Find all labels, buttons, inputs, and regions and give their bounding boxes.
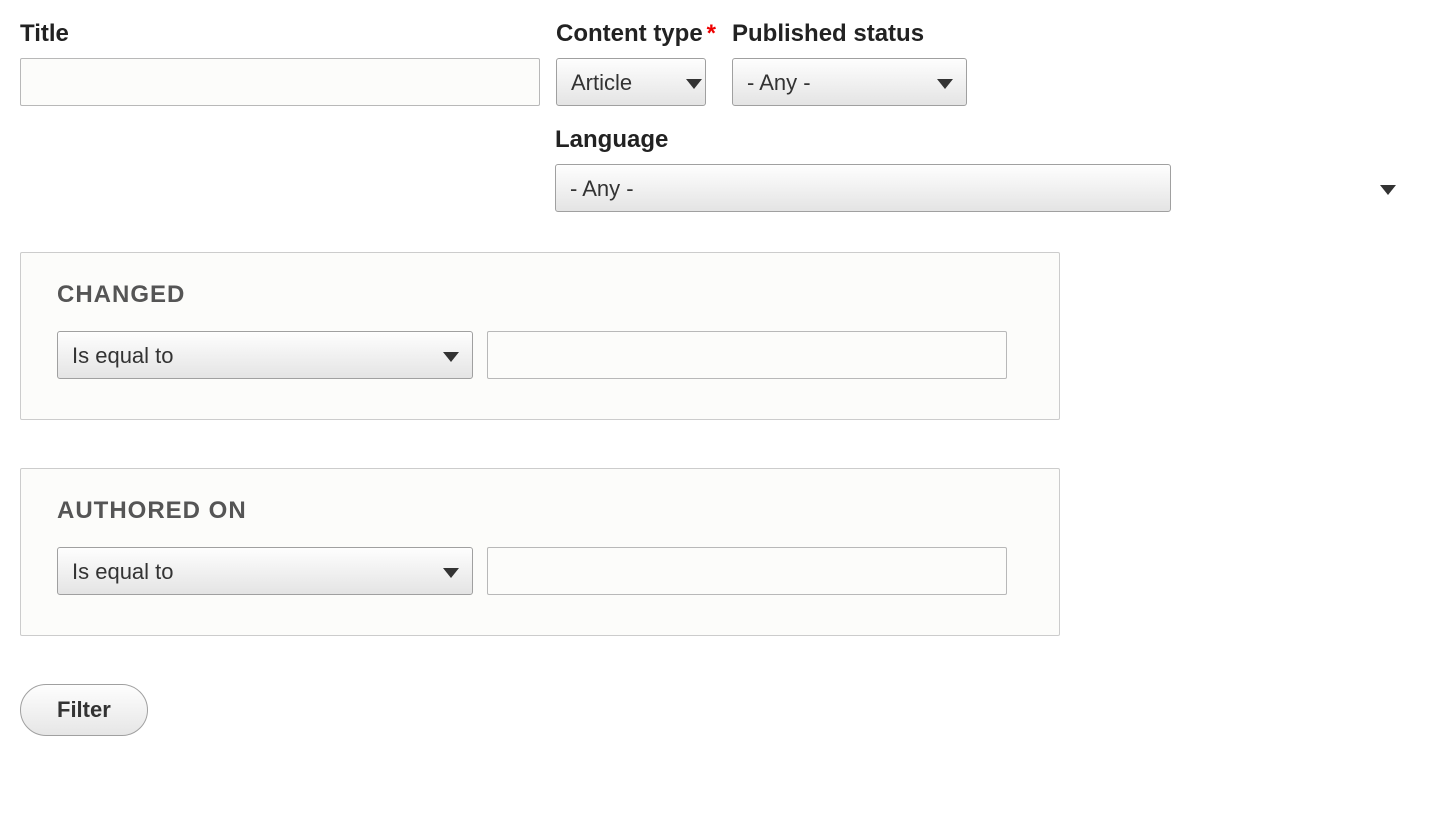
authored-on-value-input[interactable] [487, 547, 1007, 595]
published-status-group: Published status - Any - [732, 20, 967, 106]
changed-fieldset: Changed Is equal to [20, 252, 1060, 420]
content-type-group: Content type * Article [556, 20, 716, 106]
published-status-select-wrap: - Any - [732, 58, 967, 106]
content-type-label: Content type * [556, 20, 716, 48]
authored-on-fieldset: Authored on Is equal to [20, 468, 1060, 636]
content-type-select[interactable]: Article [556, 58, 706, 106]
title-group: Title [20, 20, 540, 106]
language-select[interactable]: - Any - [555, 164, 1171, 212]
title-input[interactable] [20, 58, 540, 106]
changed-row: Is equal to [57, 331, 1023, 379]
required-marker: * [707, 20, 716, 48]
title-label: Title [20, 20, 540, 48]
published-status-label: Published status [732, 20, 967, 48]
published-status-select[interactable]: - Any - [732, 58, 967, 106]
filter-row-top: Title Content type * Article Published s… [20, 20, 1410, 106]
changed-legend: Changed [57, 281, 1023, 309]
language-group: Language - Any - [555, 126, 1410, 212]
authored-on-row: Is equal to [57, 547, 1023, 595]
authored-on-operator-wrap: Is equal to [57, 547, 473, 595]
changed-operator-select[interactable]: Is equal to [57, 331, 473, 379]
authored-on-operator-select[interactable]: Is equal to [57, 547, 473, 595]
changed-value-input[interactable] [487, 331, 1007, 379]
filter-button[interactable]: Filter [20, 684, 148, 736]
changed-operator-wrap: Is equal to [57, 331, 473, 379]
authored-on-legend: Authored on [57, 497, 1023, 525]
language-label: Language [555, 126, 1410, 154]
content-type-label-text: Content type [556, 20, 703, 48]
language-select-wrap: - Any - [555, 164, 1410, 212]
content-type-select-wrap: Article [556, 58, 716, 106]
